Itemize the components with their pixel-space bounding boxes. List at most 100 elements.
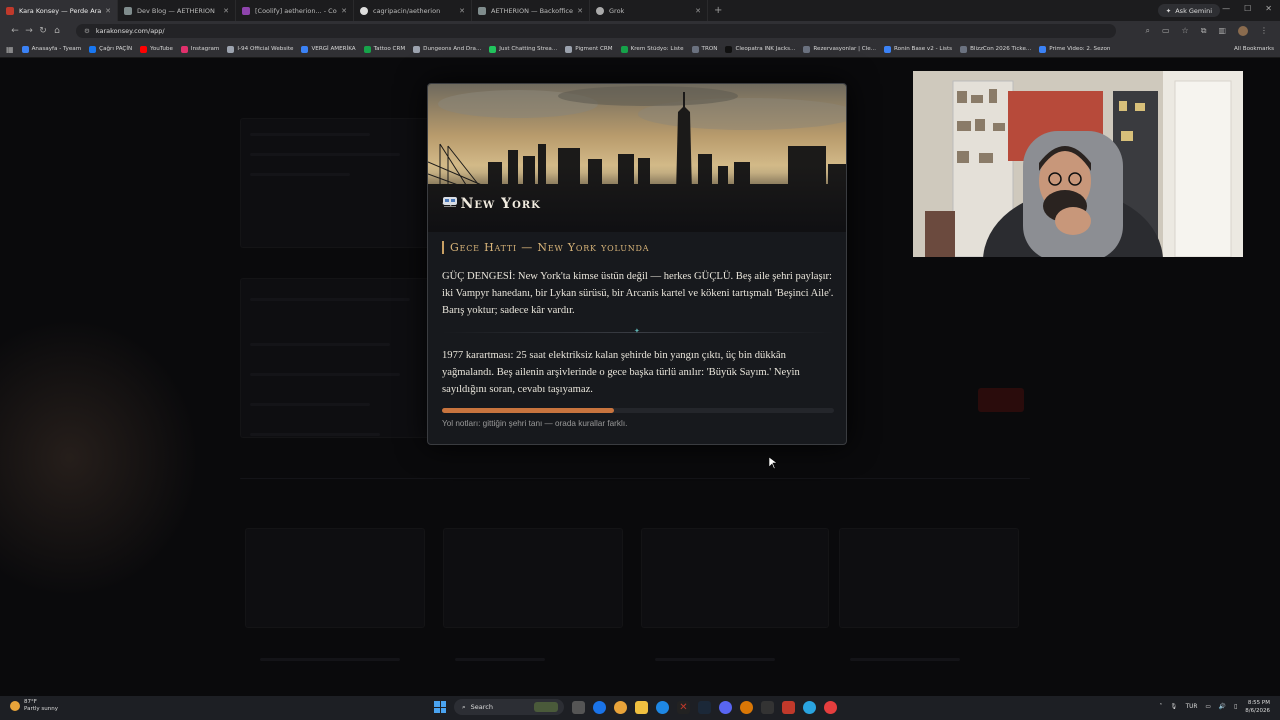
terminal-icon[interactable] (761, 700, 774, 714)
x-app-icon[interactable]: ✕ (677, 700, 690, 714)
tray-chevron-icon[interactable]: ˄ (1159, 704, 1162, 710)
dimmed-line (850, 658, 960, 661)
dimmed-line (260, 658, 400, 661)
ask-gemini-button[interactable]: ✦ Ask Gemini (1157, 4, 1220, 17)
bookmark-item[interactable]: Çağrı PAÇİN (89, 45, 132, 53)
grok-icon (596, 6, 604, 15)
bookmark-item[interactable]: TRON (691, 45, 717, 53)
dimmed-line (250, 343, 390, 346)
close-window-icon[interactable]: ✕ (1265, 4, 1272, 13)
volume-icon[interactable]: 🔊 (1219, 704, 1226, 710)
claude-icon[interactable] (740, 700, 753, 714)
file-explorer-icon[interactable] (635, 700, 648, 714)
tab-4[interactable]: AETHERION — Backoffice ✕ (472, 0, 590, 21)
weather-temp: 87°F (24, 699, 37, 705)
weather-widget[interactable]: 87°F Partly sunny (10, 699, 58, 713)
bookmark-item[interactable]: Anasayfa - Tyeam (21, 45, 81, 53)
new-tab-button[interactable]: + (714, 5, 722, 16)
extensions-icon[interactable]: ⧉ (1201, 26, 1207, 36)
site-info-icon[interactable]: ⚙ (84, 27, 90, 35)
chrome-dev-icon[interactable] (824, 700, 837, 714)
apps-grid-icon[interactable]: ▦ (6, 45, 14, 54)
home-icon[interactable]: ⌂ (50, 26, 64, 36)
minimize-icon[interactable]: — (1222, 4, 1230, 13)
tab-3[interactable]: cagripacin/aetherion ✕ (354, 0, 472, 21)
power-balance-paragraph: GÜÇ DENGESİ: New York'ta kimse üstün değ… (442, 271, 834, 316)
skype-icon[interactable] (656, 700, 669, 714)
red-app-icon[interactable] (782, 700, 795, 714)
bookmark-label: YouTube (150, 46, 173, 52)
dimmed-panel (240, 278, 430, 438)
telegram-icon[interactable] (803, 700, 816, 714)
discord-icon[interactable] (719, 700, 732, 714)
microphone-icon[interactable]: 🎙 (1170, 704, 1177, 710)
chrome-icon[interactable] (614, 700, 627, 714)
tab-close-icon[interactable]: ✕ (341, 7, 347, 15)
network-icon[interactable]: ▭ (1205, 704, 1210, 710)
tab-2[interactable]: [Coolify] aetherion... - Configu ✕ (236, 0, 354, 21)
bookmark-label: Cleopatra INK Jacks... (735, 46, 796, 52)
train-icon (443, 197, 457, 207)
bookmark-item[interactable]: Cleopatra INK Jacks... (725, 45, 796, 53)
bookmark-item[interactable]: Krem Stüdyo: Liste (620, 45, 684, 53)
menu-icon[interactable]: ⋮ (1260, 26, 1268, 36)
tab-0[interactable]: Kara Konsey — Perde Arakası ✕ (0, 0, 118, 21)
bookmark-item[interactable]: YouTube (140, 45, 173, 53)
language-indicator[interactable]: TUR (1186, 704, 1198, 710)
tab-5[interactable]: Grok ✕ (590, 0, 708, 21)
reload-icon[interactable]: ↻ (36, 26, 50, 36)
steam-icon[interactable] (698, 700, 711, 714)
all-bookmarks-link[interactable]: All Bookmarks (1234, 46, 1274, 52)
bookmark-label: Prime Video: 2. Sezon (1049, 46, 1111, 52)
back-icon[interactable]: ← (8, 26, 22, 36)
task-view-icon[interactable] (572, 700, 585, 714)
background-glow (0, 318, 200, 598)
bookmark-item[interactable]: Dungeons And Dra... (413, 45, 481, 53)
ask-gemini-label: Ask Gemini (1175, 6, 1212, 15)
bookmark-item[interactable]: VERGİ AMERİKA (301, 45, 356, 53)
search-highlight-icon (534, 702, 558, 712)
bookmark-item[interactable]: Instagram (180, 45, 220, 53)
blackout-paragraph: 1977 karartması: 25 saat elektriksiz kal… (442, 350, 800, 395)
windows-start-icon[interactable] (434, 701, 446, 713)
travel-progress-bar (442, 408, 834, 413)
tab-close-icon[interactable]: ✕ (695, 7, 701, 15)
sidebar-icon[interactable]: ▥ (1218, 26, 1226, 36)
bookmark-item[interactable]: Ronin Base v2 - Lists (884, 45, 953, 53)
tab-close-icon[interactable]: ✕ (577, 7, 583, 15)
bookmark-item[interactable]: Pigment CRM (565, 45, 613, 53)
bookmark-favicon-icon (620, 45, 628, 53)
star-icon[interactable]: ☆ (1182, 26, 1189, 36)
bookmark-item[interactable]: Just Chatting Strea... (489, 45, 557, 53)
tab-close-icon[interactable]: ✕ (105, 7, 111, 15)
tab-close-icon[interactable]: ✕ (459, 7, 465, 15)
webcam-overlay (913, 71, 1243, 257)
zoom-icon[interactable]: ⌕ (1146, 26, 1150, 36)
maximize-icon[interactable]: ☐ (1244, 4, 1251, 13)
edge-icon[interactable] (593, 700, 606, 714)
bookmark-favicon-icon (21, 45, 29, 53)
cast-icon[interactable]: ▭ (1162, 26, 1170, 36)
dimmed-line (455, 658, 545, 661)
bookmark-item[interactable]: Tattoo CRM (363, 45, 405, 53)
tab-title: Grok (609, 6, 625, 15)
forward-icon[interactable]: → (22, 26, 36, 36)
bookmark-item[interactable]: I-94 Official Website (227, 45, 293, 53)
url-field[interactable]: ⚙ karakonsey.com/app/ (76, 24, 1116, 38)
dimmed-line (250, 173, 350, 176)
clock[interactable]: 8:55 PM 8/6/2026 (1245, 699, 1270, 715)
bookmark-item[interactable]: Prime Video: 2. Sezon (1039, 45, 1111, 53)
tab-close-icon[interactable]: ✕ (223, 7, 229, 15)
profile-avatar[interactable] (1238, 26, 1248, 36)
tab-1[interactable]: Dev Blog — AETHERION ✕ (118, 0, 236, 21)
bookmark-item[interactable]: Rezervasyonlar | Cle... (803, 45, 876, 53)
tab-favicon-icon (6, 6, 14, 15)
window-controls: — ☐ ✕ (1222, 4, 1272, 13)
bookmark-item[interactable]: BlizzCon 2026 Ticke... (960, 45, 1031, 53)
battery-icon[interactable]: ▯ (1234, 704, 1237, 710)
bookmark-label: Ronin Base v2 - Lists (894, 46, 953, 52)
bookmark-label: Instagram (190, 46, 220, 52)
taskbar-search[interactable]: ⌕ Search (454, 699, 564, 715)
search-label: Search (470, 703, 493, 711)
tab-title: cagripacin/aetherion (373, 6, 441, 15)
